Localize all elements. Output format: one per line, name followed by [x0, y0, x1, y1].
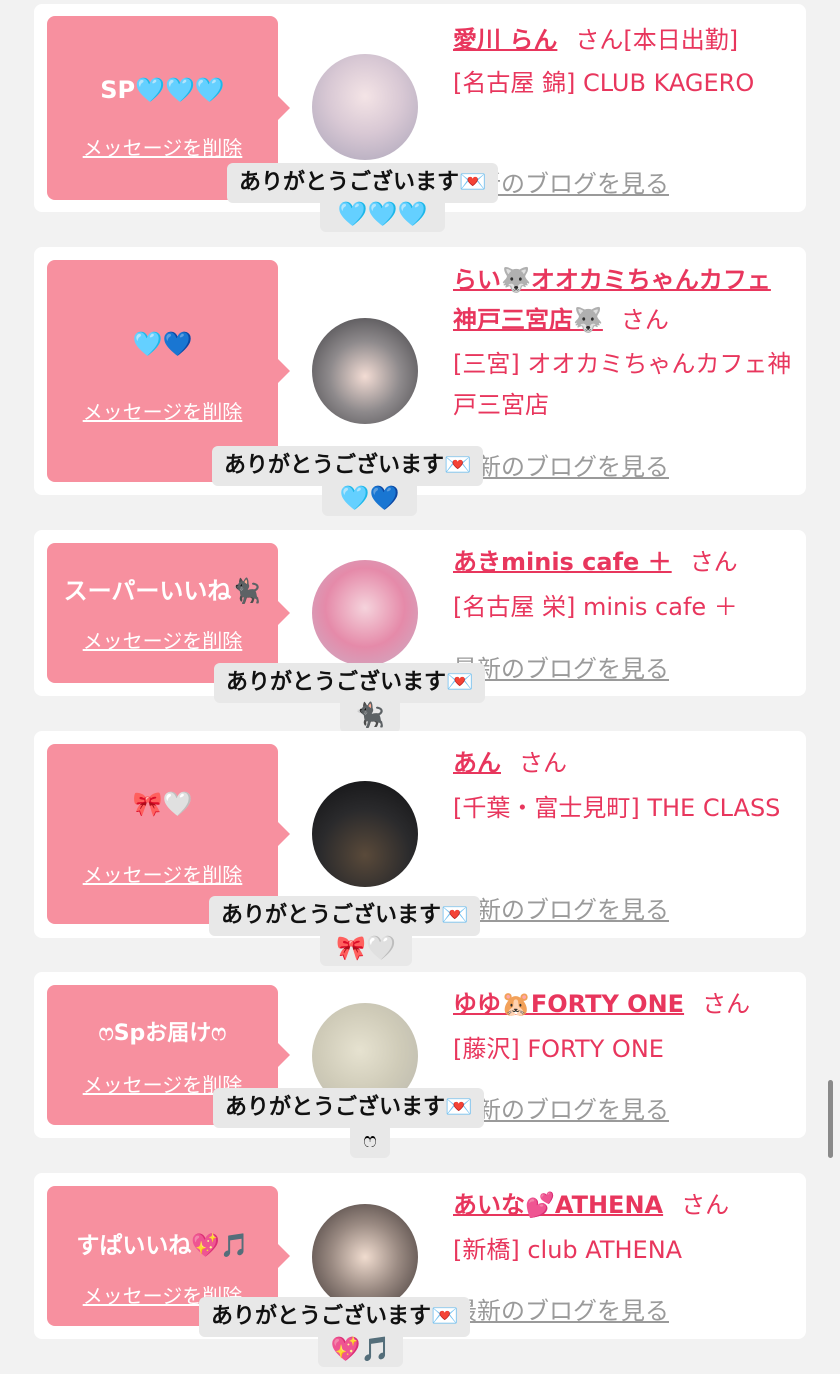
sender-name-line: ゆゆ🐹FORTY ONE さん — [453, 984, 793, 1024]
reply-emoji: 🎀🤍 — [320, 930, 412, 966]
delete-message-link[interactable]: メッセージを削除 — [47, 396, 278, 425]
reply-emoji: 🐈‍⬛ — [340, 697, 400, 733]
sender-name-line: あきminis cafe ＋ さん — [453, 542, 793, 582]
avatar[interactable] — [312, 781, 418, 887]
latest-blog-link[interactable]: 最新のブログを見る — [453, 649, 669, 684]
store-name: [名古屋 栄] minis cafe ＋ — [453, 593, 738, 621]
scrollbar[interactable] — [828, 1080, 833, 1158]
reply-emoji: 🩵🩵🩵 — [320, 196, 445, 232]
honorific: さん — [689, 548, 738, 576]
latest-blog-link[interactable]: 最新のブログを見る — [453, 890, 669, 925]
delete-message-link[interactable]: メッセージを削除 — [47, 132, 278, 161]
honorific: さん — [575, 26, 624, 54]
honorific: さん — [702, 990, 751, 1018]
message-text: すぱいいね💖🎵 — [76, 1233, 249, 1259]
sender-name-link[interactable]: 愛川 らん — [453, 26, 557, 54]
reply-emoji: 🩵💙 — [322, 480, 417, 516]
store-name: [三宮] オオカミちゃんカフェ神戸三宮店 — [453, 350, 792, 419]
avatar[interactable] — [312, 318, 418, 424]
store-name: [千葉・富士見町] THE CLASS — [453, 794, 781, 822]
status-badge: [本日出勤] — [623, 26, 739, 54]
message-text: ෆSpお届けෆ — [98, 1021, 227, 1046]
delete-message-link[interactable]: メッセージを削除 — [47, 859, 278, 888]
avatar[interactable] — [312, 54, 418, 160]
store-name: [新橋] club ATHENA — [453, 1236, 683, 1264]
thanks-tooltip: ありがとうございます💌 — [213, 1088, 485, 1128]
honorific: さん — [519, 749, 567, 777]
avatar[interactable] — [312, 560, 418, 666]
reply-emoji: ෆ — [350, 1122, 390, 1158]
latest-blog-link[interactable]: 最新のブログを見る — [453, 1291, 669, 1326]
delete-message-link[interactable]: メッセージを削除 — [47, 625, 278, 654]
reply-emoji: 💖🎵 — [318, 1331, 403, 1367]
honorific: さん — [620, 306, 669, 334]
latest-blog-link[interactable]: 最新のブログを見る — [453, 1090, 669, 1125]
sender-name-line: 愛川 らん さん[本日出勤] — [453, 20, 803, 60]
sender-name-line: あん さん — [453, 743, 793, 783]
sender-name-line: あいな💕ATHENA さん — [453, 1185, 793, 1225]
sender-name-link[interactable]: あん — [453, 749, 501, 777]
message-text: SP🩵🩵🩵 — [100, 76, 225, 104]
sender-name-line: らい🐺オオカミちゃんカフェ神戸三宮店🐺 さん — [453, 260, 793, 340]
message-text: 🎀🤍 — [132, 790, 193, 818]
honorific: さん — [681, 1191, 730, 1219]
latest-blog-link[interactable]: 最新のブログを見る — [453, 447, 669, 482]
sender-name-link[interactable]: あいな💕ATHENA — [453, 1191, 663, 1219]
store-name: [名古屋 錦] CLUB KAGERO — [453, 69, 755, 97]
message-text: 🩵💙 — [132, 330, 193, 358]
sender-name-link[interactable]: らい🐺オオカミちゃんカフェ神戸三宮店🐺 — [453, 266, 771, 334]
message-text: スーパーいいね🐈‍⬛ — [63, 577, 262, 605]
sender-name-link[interactable]: ゆゆ🐹FORTY ONE — [453, 990, 684, 1018]
message-bubble: スーパーいいね🐈‍⬛ メッセージを削除 — [47, 543, 290, 683]
sender-name-link[interactable]: あきminis cafe ＋ — [453, 548, 672, 576]
store-name: [藤沢] FORTY ONE — [453, 1035, 664, 1063]
avatar[interactable] — [312, 1204, 418, 1310]
